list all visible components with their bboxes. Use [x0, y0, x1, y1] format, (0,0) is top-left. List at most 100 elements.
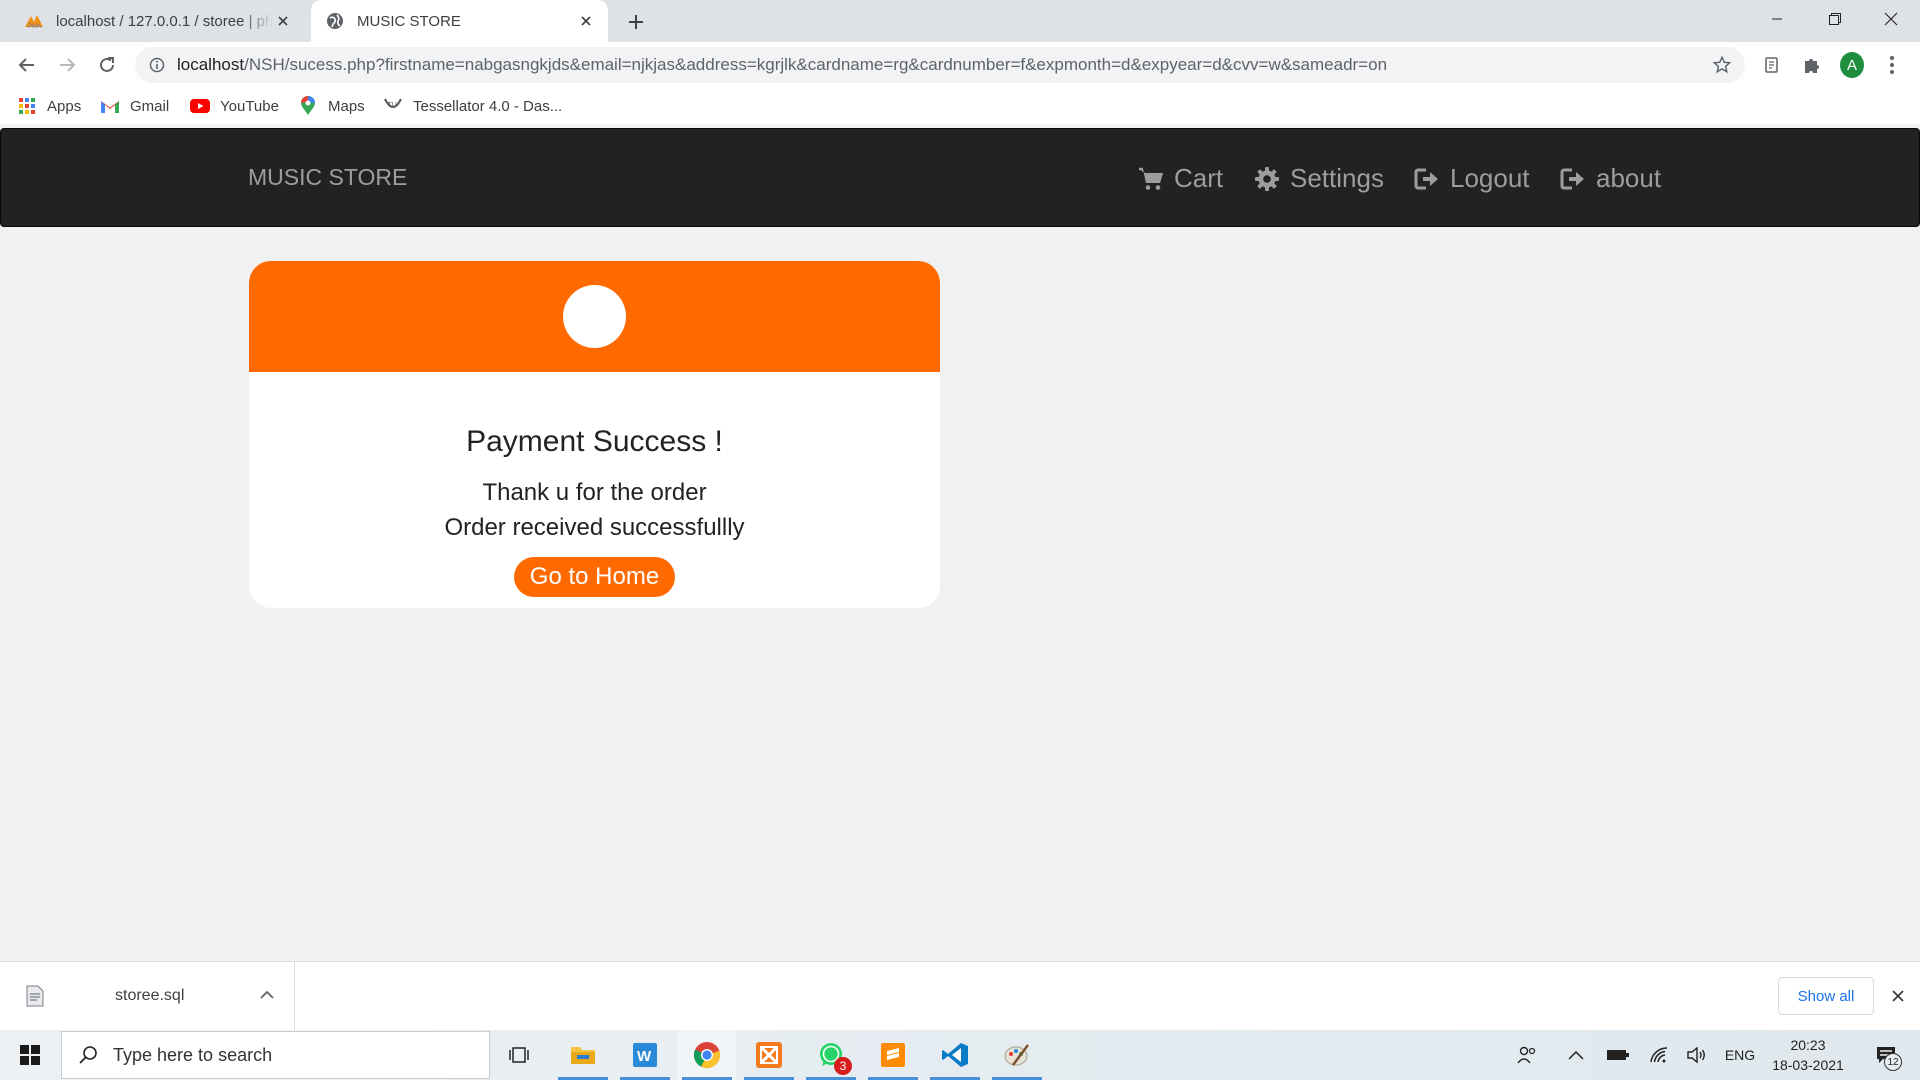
- gmail-icon: [100, 96, 120, 116]
- bookmark-apps[interactable]: Apps: [17, 93, 81, 119]
- bookmark-label: Maps: [328, 97, 365, 115]
- taskbar: Type here to search W 3 ENG 20:23 18-03-…: [0, 1030, 1920, 1080]
- thank-you-text: Thank u for the order: [482, 479, 707, 506]
- bookmark-youtube[interactable]: YouTube: [190, 93, 279, 119]
- restore-icon[interactable]: [1806, 0, 1864, 38]
- show-hidden-icons-chevron-icon[interactable]: [1563, 1030, 1589, 1080]
- new-tab-icon[interactable]: [622, 8, 650, 36]
- logout-icon: [1558, 164, 1588, 194]
- show-all-button[interactable]: Show all: [1778, 977, 1874, 1015]
- nav-cart-link[interactable]: Cart: [1136, 129, 1223, 228]
- battery-icon[interactable]: [1603, 1030, 1633, 1080]
- payment-success-card: Payment Success ! Thank u for the order …: [249, 261, 940, 608]
- close-tab-icon[interactable]: [273, 11, 293, 31]
- shopping-cart-icon: [1136, 164, 1166, 194]
- close-tab-icon[interactable]: [576, 11, 596, 31]
- vscode-app-icon[interactable]: [926, 1030, 984, 1080]
- tab-phpmyadmin[interactable]: PMA localhost / 127.0.0.1 / storee | php…: [10, 0, 305, 42]
- close-icon[interactable]: [1886, 984, 1910, 1008]
- maps-pin-icon: [298, 96, 318, 116]
- youtube-icon: [190, 96, 210, 116]
- payment-success-title: Payment Success !: [466, 425, 723, 458]
- nav-logout-link[interactable]: Logout: [1412, 129, 1530, 228]
- paint-app-icon[interactable]: [988, 1030, 1046, 1080]
- notification-count-badge: 12: [1884, 1053, 1902, 1071]
- bookmark-label: Gmail: [130, 97, 170, 115]
- window-close-icon[interactable]: [1862, 0, 1920, 38]
- kebab-menu-icon[interactable]: [1880, 53, 1904, 77]
- bookmark-label: Tessellator 4.0 - Das...: [413, 97, 563, 115]
- url-host: localhost: [177, 55, 245, 74]
- nav-settings-label: Settings: [1290, 163, 1384, 193]
- chrome-app-icon[interactable]: [678, 1030, 736, 1080]
- profile-avatar[interactable]: A: [1840, 52, 1864, 78]
- file-explorer-icon[interactable]: [554, 1030, 612, 1080]
- browser-toolbar: localhost/NSH/sucess.php?firstname=nabga…: [0, 42, 1920, 88]
- bookmark-label: YouTube: [220, 97, 279, 115]
- notification-center-icon[interactable]: 12: [1866, 1030, 1906, 1080]
- nav-about-link[interactable]: about: [1558, 129, 1661, 228]
- file-icon: [24, 984, 46, 1008]
- site-navbar: MUSIC STORE Cart Settings Logout about: [0, 128, 1920, 227]
- phpmyadmin-icon: PMA: [24, 11, 44, 31]
- chevron-up-icon[interactable]: [256, 984, 278, 1006]
- whatsapp-badge: 3: [834, 1057, 852, 1075]
- gear-icon: [1252, 164, 1282, 194]
- search-placeholder: Type here to search: [113, 1044, 273, 1065]
- globe-icon: [325, 11, 345, 31]
- info-icon[interactable]: [147, 55, 167, 75]
- forward-icon[interactable]: [51, 49, 83, 81]
- bookmark-maps[interactable]: Maps: [298, 93, 365, 119]
- address-bar[interactable]: localhost/NSH/sucess.php?firstname=nabga…: [135, 47, 1745, 83]
- tab-title: localhost / 127.0.0.1 / storee | phpMyAd…: [56, 12, 273, 30]
- language-indicator[interactable]: ENG: [1722, 1030, 1758, 1080]
- tab-music-store[interactable]: MUSIC STORE: [311, 0, 608, 42]
- apps-grid-icon: [17, 96, 37, 116]
- site-brand[interactable]: MUSIC STORE: [248, 129, 407, 228]
- avatar-initial: A: [1840, 52, 1864, 78]
- logout-icon: [1412, 164, 1442, 194]
- tab-strip: PMA localhost / 127.0.0.1 / storee | php…: [0, 0, 1920, 42]
- bookmark-star-icon[interactable]: [1711, 54, 1733, 76]
- download-filename: storee.sql: [115, 987, 185, 1004]
- svg-text:PMA: PMA: [28, 24, 41, 29]
- taskbar-search-box[interactable]: Type here to search: [61, 1031, 490, 1079]
- word-app-icon[interactable]: W: [616, 1030, 674, 1080]
- bookmark-label: Apps: [47, 97, 82, 115]
- nav-settings-link[interactable]: Settings: [1252, 129, 1384, 228]
- bookmarks-bar: Apps Gmail YouTube Maps TU Tessellator 4…: [0, 88, 1920, 124]
- minimize-icon[interactable]: [1748, 0, 1806, 38]
- people-icon[interactable]: [1512, 1030, 1542, 1080]
- bookmark-tessellator[interactable]: TU Tessellator 4.0 - Das...: [383, 93, 562, 119]
- tab-title: MUSIC STORE: [357, 12, 461, 30]
- svg-text:TU: TU: [388, 102, 397, 109]
- clock-time: 20:23: [1790, 1037, 1826, 1053]
- clock[interactable]: 20:23 18-03-2021: [1766, 1030, 1850, 1080]
- whatsapp-app-icon[interactable]: 3: [802, 1030, 860, 1080]
- tessellator-icon: TU: [383, 96, 403, 116]
- nav-cart-label: Cart: [1174, 163, 1224, 193]
- download-item[interactable]: storee.sql: [0, 962, 295, 1030]
- windows-start-icon[interactable]: [0, 1030, 60, 1080]
- search-icon: [77, 1044, 99, 1066]
- xampp-app-icon[interactable]: [740, 1030, 798, 1080]
- success-circle-icon: [563, 285, 626, 348]
- order-received-text: Order received successfullly: [444, 514, 745, 541]
- url-text: localhost/NSH/sucess.php?firstname=nabga…: [177, 47, 1387, 83]
- go-to-home-button[interactable]: Go to Home: [514, 557, 675, 597]
- download-shelf: storee.sql Show all: [0, 961, 1920, 1030]
- clock-date: 18-03-2021: [1772, 1057, 1844, 1073]
- bookmark-gmail[interactable]: Gmail: [100, 93, 169, 119]
- nav-logout-label: Logout: [1450, 163, 1530, 193]
- extension-icon[interactable]: [1760, 53, 1784, 77]
- task-view-icon[interactable]: [490, 1030, 548, 1080]
- extensions-puzzle-icon[interactable]: [1800, 53, 1824, 77]
- url-path: /NSH/sucess.php?firstname=nabgasngkjds&e…: [244, 55, 1388, 74]
- nav-about-label: about: [1596, 163, 1662, 193]
- reload-icon[interactable]: [91, 49, 123, 81]
- volume-icon[interactable]: [1682, 1030, 1712, 1080]
- sublime-text-icon[interactable]: [864, 1030, 922, 1080]
- svg-text:W: W: [637, 1048, 652, 1065]
- back-icon[interactable]: [11, 49, 43, 81]
- wifi-icon[interactable]: [1645, 1030, 1675, 1080]
